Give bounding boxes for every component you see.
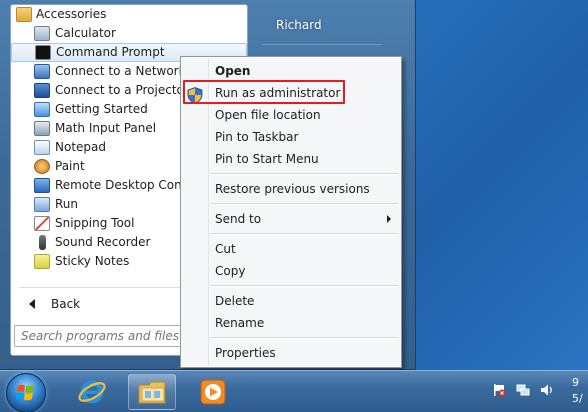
submenu-arrow-icon — [387, 215, 391, 223]
remote-desktop-icon — [34, 178, 50, 193]
uac-shield-icon — [187, 87, 203, 104]
command-prompt-icon — [35, 45, 51, 60]
getting-started-icon — [34, 102, 50, 117]
menu-item-restore-previous-versions[interactable]: Restore previous versions — [215, 179, 370, 199]
menu-item-delete[interactable]: Delete — [215, 291, 254, 311]
notepad-icon — [34, 140, 50, 155]
taskbar-button-internet-explorer[interactable] — [68, 374, 116, 410]
windows-logo-icon — [16, 384, 34, 401]
program-item-calculator[interactable]: Calculator — [11, 24, 247, 43]
right-pane-divider — [262, 44, 382, 45]
run-icon — [34, 197, 50, 212]
menu-separator — [211, 337, 399, 339]
menu-item-open[interactable]: Open — [215, 61, 250, 81]
clock[interactable]: 9 5/ — [572, 375, 583, 407]
volume-icon[interactable] — [540, 383, 554, 397]
menu-separator — [211, 233, 399, 235]
action-center-flag-icon[interactable] — [492, 383, 506, 397]
ie-icon — [78, 380, 106, 404]
math-input-icon — [34, 121, 50, 136]
back-arrow-icon — [29, 299, 35, 309]
menu-item-properties[interactable]: Properties — [215, 343, 276, 363]
media-player-icon — [200, 379, 226, 405]
taskbar-button-media-player[interactable] — [188, 374, 236, 410]
context-menu-gutter — [208, 59, 209, 365]
menu-item-pin-to-start-menu[interactable]: Pin to Start Menu — [215, 149, 319, 169]
back-button[interactable]: Back — [17, 293, 187, 315]
user-name-link[interactable]: Richard — [276, 18, 322, 32]
start-button[interactable] — [6, 373, 46, 412]
calculator-icon — [34, 26, 50, 41]
projector-icon — [34, 83, 50, 98]
folder-icon — [16, 7, 32, 22]
menu-item-open-file-location[interactable]: Open file location — [215, 105, 321, 125]
menu-item-cut[interactable]: Cut — [215, 239, 236, 259]
menu-separator — [211, 203, 399, 205]
menu-item-send-to[interactable]: Send to — [215, 209, 261, 229]
menu-item-pin-to-taskbar[interactable]: Pin to Taskbar — [215, 127, 298, 147]
program-item-accessories[interactable]: Accessories — [11, 5, 247, 24]
menu-item-copy[interactable]: Copy — [215, 261, 245, 281]
menu-item-rename[interactable]: Rename — [215, 313, 264, 333]
context-menu: Open Run as administrator Open file loca… — [180, 56, 402, 368]
paint-icon — [34, 159, 50, 174]
search-input[interactable] — [14, 325, 182, 347]
sticky-notes-icon — [34, 254, 50, 269]
taskbar: 9 5/ — [0, 370, 588, 412]
menu-separator — [211, 285, 399, 287]
taskbar-button-windows-explorer[interactable] — [128, 374, 176, 410]
network-icon[interactable] — [516, 383, 530, 397]
snipping-tool-icon — [34, 216, 50, 231]
microphone-icon — [39, 235, 46, 250]
menu-item-run-as-administrator[interactable]: Run as administrator — [215, 83, 340, 103]
network-projector-icon — [34, 64, 50, 79]
explorer-folder-icon — [138, 381, 166, 404]
menu-separator — [211, 173, 399, 175]
